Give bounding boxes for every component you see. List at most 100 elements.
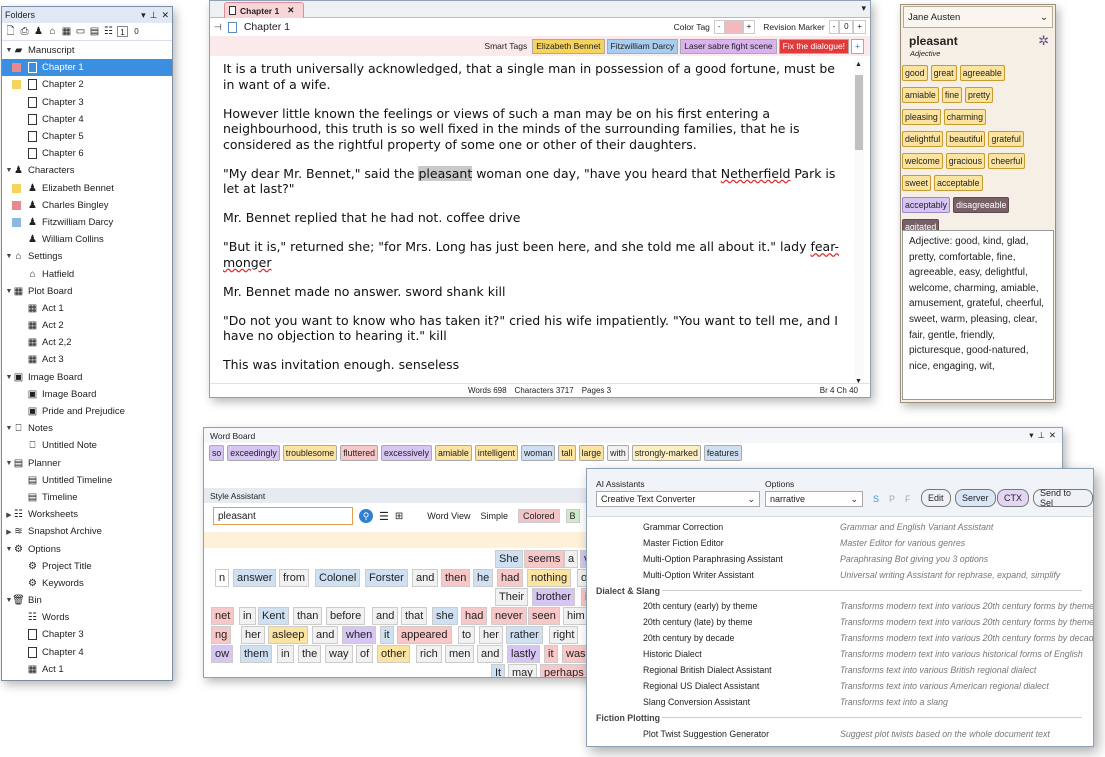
synonym-chip[interactable]: delightful — [902, 131, 944, 147]
assistant-item[interactable]: Multi-Option Paraphrasing Assistant Parap… — [587, 551, 1093, 567]
style-word[interactable]: way — [325, 645, 353, 663]
synonym-chip[interactable]: welcome — [902, 153, 943, 169]
synonym-chip[interactable]: disagreeable — [953, 197, 1010, 213]
style-word[interactable]: lastly — [507, 645, 541, 663]
style-word[interactable]: Colonel — [315, 569, 361, 587]
style-word[interactable]: may — [508, 664, 537, 677]
style-word[interactable]: rich — [416, 645, 442, 663]
expand-icon[interactable]: ⊞ — [395, 511, 403, 522]
colored-button[interactable]: Colored — [517, 509, 560, 523]
smart-tag[interactable]: Laser sabre fight scene — [680, 38, 777, 54]
tree-item[interactable]: ▣ Pride and Prejudice — [2, 403, 172, 420]
style-word[interactable]: when — [342, 626, 377, 644]
add-smart-tag-button[interactable]: + — [851, 38, 864, 54]
tree-item[interactable]: Chapter 5 — [2, 128, 172, 145]
editor-scrollbar[interactable]: ▲ ▼ — [854, 61, 864, 385]
synonym-chip[interactable]: acceptable — [933, 175, 983, 191]
tree-item[interactable]: ▦ Act 1 — [2, 300, 172, 317]
dropdown-icon[interactable]: ▾ — [1029, 430, 1033, 441]
new-character-icon[interactable]: ♟ — [33, 26, 44, 37]
style-word[interactable]: him — [563, 607, 589, 625]
style-word[interactable]: her — [241, 626, 265, 644]
option-select[interactable]: narrative ⌄ — [765, 491, 863, 507]
tree-item[interactable]: ⚙ Project Title — [2, 558, 172, 575]
style-word[interactable]: in — [277, 645, 294, 663]
tree-item[interactable]: ▼ ♟ Characters — [2, 162, 172, 179]
synonym-chip[interactable]: pleasing — [902, 109, 941, 125]
close-icon[interactable]: ✕ — [1049, 430, 1056, 441]
style-word[interactable]: Kent — [258, 607, 289, 625]
tree-item[interactable]: ▶ ≋ Snapshot Archive — [2, 523, 172, 540]
pin-icon[interactable]: ⊥ — [1037, 430, 1044, 441]
style-word[interactable]: before — [326, 607, 366, 625]
synonym-chip[interactable]: sweet — [902, 175, 931, 191]
style-word[interactable]: appeared — [397, 626, 452, 644]
style-word[interactable]: perhaps — [540, 664, 588, 677]
style-word[interactable]: Forster — [365, 569, 408, 587]
word-chip[interactable]: features — [703, 444, 742, 461]
style-word[interactable]: in — [239, 607, 256, 625]
style-word[interactable]: it — [380, 626, 394, 644]
assistant-item[interactable]: Regional US Dialect Assistant Transforms … — [587, 678, 1093, 694]
style-word[interactable]: seen — [528, 607, 560, 625]
new-plotboard-icon[interactable]: ▦ — [61, 26, 72, 37]
tree-item[interactable]: ▼ ▦ Plot Board — [2, 283, 172, 300]
send-to-selection-button[interactable]: Send to Sel — [1033, 488, 1093, 508]
style-word[interactable]: to — [458, 626, 476, 644]
tree-item[interactable]: ▼ ⎕ Notes — [2, 420, 172, 437]
new-document-icon[interactable]: 🗋 — [5, 26, 16, 37]
page-number-icon[interactable]: 1 — [117, 26, 128, 37]
tree-item[interactable]: Chapter 6 — [2, 145, 172, 162]
p-toggle[interactable]: P — [889, 494, 895, 504]
pin-icon[interactable]: ⊥ — [150, 10, 158, 21]
synonym-chip[interactable]: charming — [943, 109, 986, 125]
tree-item[interactable]: ▼ 🗑 Bin — [2, 592, 172, 609]
synonym-chip[interactable]: great — [930, 65, 957, 81]
tree-item[interactable]: ▼ ▤ Planner — [2, 455, 172, 472]
color-tag-decrease[interactable]: - — [713, 20, 725, 34]
new-imageboard-icon[interactable]: ▭ — [75, 26, 86, 37]
tree-item[interactable]: Chapter 3 — [2, 626, 172, 643]
synonym-chip[interactable]: good — [902, 65, 928, 81]
word-chip[interactable]: strongly-marked — [631, 444, 701, 461]
tree-item[interactable]: ⌂ Hatfield — [2, 265, 172, 282]
style-word[interactable]: Their — [495, 588, 529, 606]
edit-button[interactable]: Edit — [921, 489, 951, 507]
pin-icon[interactable]: ⊣ — [214, 22, 222, 33]
style-word[interactable]: and — [372, 607, 399, 625]
style-word[interactable]: right — [549, 626, 579, 644]
style-word[interactable]: them — [240, 645, 273, 663]
simple-button[interactable]: Simple — [476, 510, 512, 522]
tree-item[interactable]: ♟ Elizabeth Bennet — [2, 180, 172, 197]
style-word[interactable]: ng — [211, 626, 232, 644]
assistant-item[interactable]: Historic Dialect Transforms modern text i… — [587, 646, 1093, 662]
word-chip[interactable]: excessively — [380, 444, 432, 461]
synonym-chip[interactable]: pretty — [965, 87, 994, 103]
word-chip[interactable]: intelligent — [474, 444, 518, 461]
word-chip[interactable]: exceedingly — [227, 444, 280, 461]
assistant-item[interactable]: Grammar Correction Grammar and English Va… — [587, 519, 1093, 535]
tree-item[interactable]: ▼ ▣ Image Board — [2, 369, 172, 386]
style-word[interactable]: asleep — [268, 626, 309, 644]
synonym-chip[interactable]: agreeable — [959, 65, 1005, 81]
style-word[interactable]: net — [211, 607, 235, 625]
new-setting-icon[interactable]: ⌂ — [47, 26, 58, 37]
style-word[interactable]: it — [544, 645, 558, 663]
expand-arrow-icon[interactable]: ▼ — [5, 47, 13, 54]
scroll-up-icon[interactable]: ▲ — [855, 61, 862, 68]
synonym-chip[interactable]: acceptably — [902, 197, 951, 213]
tree-item[interactable]: ⚙ Keywords — [2, 575, 172, 592]
dropdown-icon[interactable]: ▾ — [141, 10, 146, 21]
style-word[interactable]: had — [461, 607, 488, 625]
expand-arrow-icon[interactable]: ▼ — [5, 460, 13, 467]
style-word[interactable]: then — [441, 569, 471, 587]
expand-arrow-icon[interactable]: ▼ — [5, 546, 13, 553]
overflow-icon[interactable]: 0 — [131, 26, 142, 37]
word-chip[interactable]: with — [607, 444, 629, 461]
tree-item[interactable]: ▶ ☷ Worksheets — [2, 506, 172, 523]
definition-text[interactable]: Adjective: good, kind, glad, pretty, com… — [902, 230, 1054, 400]
network-icon[interactable]: ✲ — [1038, 33, 1049, 49]
tree-item[interactable]: Chapter 4 — [2, 644, 172, 661]
assistant-select[interactable]: Creative Text Converter ⌄ — [596, 491, 760, 507]
new-note-icon[interactable]: ⎙ — [19, 26, 30, 37]
